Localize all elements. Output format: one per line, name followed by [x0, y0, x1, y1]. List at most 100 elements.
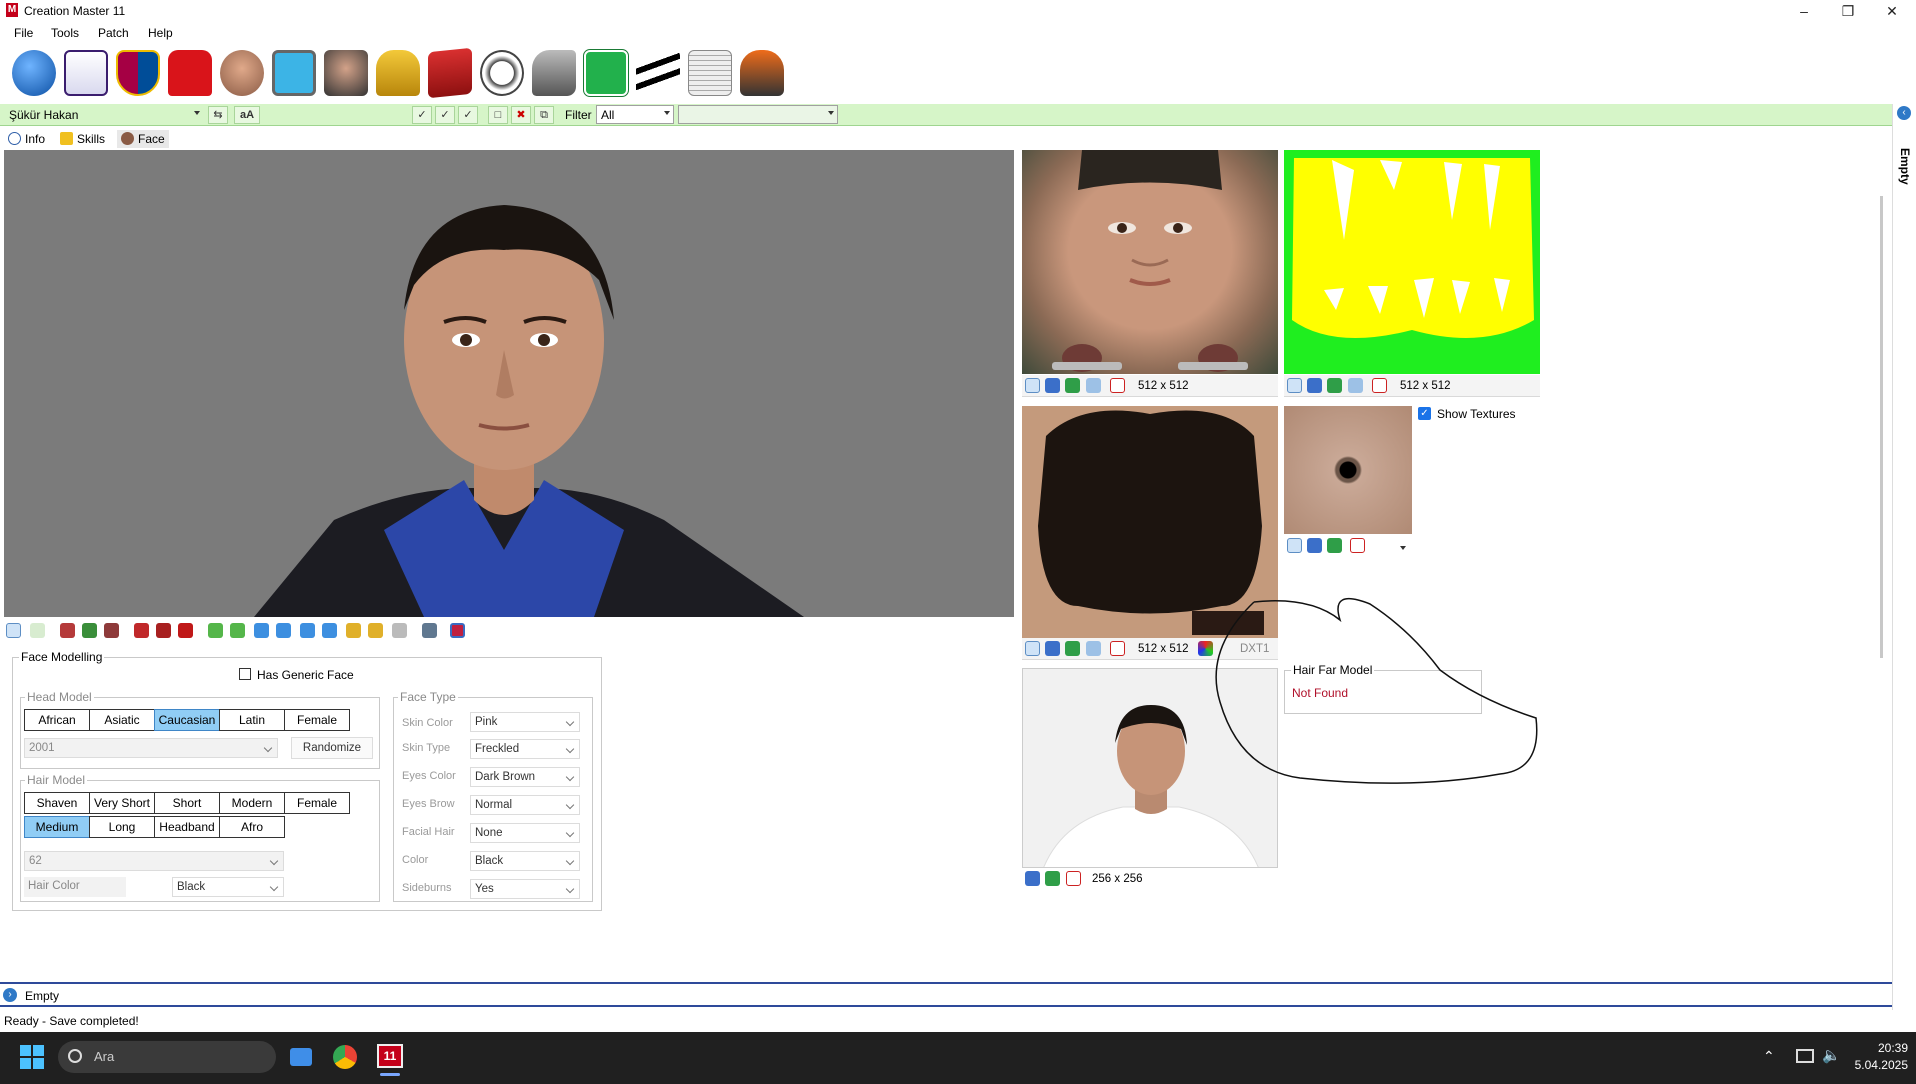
skin-type-select[interactable]: Freckled [470, 739, 580, 759]
windows-start-icon[interactable] [20, 1045, 44, 1069]
volume-icon[interactable]: 🔈 [1822, 1046, 1841, 1064]
chevron-up-icon[interactable]: ⌃ [1763, 1048, 1775, 1065]
adidas-icon[interactable] [636, 50, 680, 96]
network-icon[interactable] [1796, 1049, 1814, 1063]
head-female-button[interactable]: Female [284, 709, 350, 731]
close-button[interactable]: ✕ [1870, 0, 1914, 22]
head-latin-button[interactable]: Latin [219, 709, 285, 731]
scrollbar-thumb[interactable] [1880, 196, 1883, 658]
shirt-red-icon[interactable] [134, 623, 149, 638]
creation-master-taskbar-icon[interactable]: 11 [377, 1044, 403, 1068]
hair-shaven-button[interactable]: Shaven [24, 792, 90, 814]
hair-number-select[interactable]: 62 [24, 851, 284, 871]
eye-delete-icon[interactable] [1350, 538, 1365, 553]
arrow-right-down-icon[interactable] [230, 623, 245, 638]
randomize-button[interactable]: Randomize [291, 737, 373, 759]
arrow-right-icon[interactable] [322, 623, 337, 638]
goalkeeper-glove-icon[interactable] [740, 50, 784, 96]
menu-help[interactable]: Help [148, 26, 173, 40]
ball-icon[interactable] [480, 50, 524, 96]
minimize-button[interactable]: – [1782, 0, 1826, 22]
zoom-in-icon[interactable] [346, 623, 361, 638]
camera-icon[interactable] [422, 623, 437, 638]
sideburns-select[interactable]: Yes [470, 879, 580, 899]
bottom-panel-arrow-icon[interactable]: › [3, 988, 17, 1002]
hair-mask-thumbnail[interactable] [1284, 150, 1540, 374]
hair-modern-button[interactable]: Modern [219, 792, 285, 814]
menu-file[interactable]: File [14, 26, 33, 40]
right-side-panel[interactable] [1892, 104, 1916, 1010]
jersey-icon[interactable] [168, 50, 212, 96]
eye-icon[interactable] [6, 623, 21, 638]
premier-league-icon[interactable] [64, 50, 108, 96]
globe-icon[interactable] [12, 50, 56, 96]
menu-tools[interactable]: Tools [51, 26, 79, 40]
trophy-icon[interactable] [376, 50, 420, 96]
hair-export-icon[interactable] [1065, 641, 1080, 656]
photo-delete-icon[interactable] [1066, 871, 1081, 886]
spell-icon-3[interactable]: ✓ [458, 106, 478, 124]
hair-delete-icon[interactable] [1110, 641, 1125, 656]
save-disk-icon[interactable] [392, 623, 407, 638]
arrow-down-icon[interactable] [276, 623, 291, 638]
show-textures-checkbox[interactable]: ✓ [1418, 407, 1431, 420]
hair-zoom-icon[interactable] [1086, 641, 1101, 656]
facial-hair-select[interactable]: None [470, 823, 580, 843]
filter-extra-select[interactable] [678, 105, 838, 124]
head-caucasian-button[interactable]: Caucasian [154, 709, 220, 731]
eye-import-icon[interactable] [1307, 538, 1322, 553]
newspaper-icon[interactable] [688, 50, 732, 96]
hair-long-button[interactable]: Long [89, 816, 155, 838]
tab-info[interactable]: Info [8, 130, 45, 148]
bottom-panel-tab[interactable] [0, 982, 1892, 1007]
hair-afro-button[interactable]: Afro [219, 816, 285, 838]
mask-eye-icon[interactable] [1287, 378, 1302, 393]
pitch-icon[interactable] [583, 49, 629, 97]
zoom-out-icon[interactable] [368, 623, 383, 638]
new-icon[interactable]: □ [488, 106, 508, 124]
head-reset-icon[interactable] [104, 623, 119, 638]
head-rotate-right-icon[interactable] [82, 623, 97, 638]
face-eye-icon[interactable] [1025, 378, 1040, 393]
arrow-left-up-icon[interactable] [208, 623, 223, 638]
refresh-icon[interactable] [30, 623, 45, 638]
stadium-icon[interactable] [272, 50, 316, 96]
head-number-select[interactable]: 2001 [24, 738, 278, 758]
3d-face-viewport[interactable] [4, 150, 1014, 617]
head-african-button[interactable]: African [24, 709, 90, 731]
face-zoom-icon[interactable] [1086, 378, 1101, 393]
skin-color-select[interactable]: Pink [470, 712, 580, 732]
eyes-color-select[interactable]: Dark Brown [470, 767, 580, 787]
shirt-alt-icon[interactable] [178, 623, 193, 638]
generic-face-checkbox[interactable] [239, 668, 251, 680]
head-asiatic-button[interactable]: Asiatic [89, 709, 155, 731]
panel-arrow-icon[interactable]: ‹ [1897, 106, 1911, 120]
filter-select[interactable]: All [596, 105, 674, 124]
hair-color-select[interactable]: Black [172, 877, 284, 897]
swap-icon[interactable]: ⇆ [208, 106, 228, 124]
chrome-icon[interactable] [333, 1045, 357, 1069]
taskbar-search-box[interactable] [58, 1041, 276, 1073]
head-rotate-left-icon[interactable] [60, 623, 75, 638]
tab-face[interactable]: Face [117, 130, 169, 148]
boot-icon[interactable] [532, 50, 576, 96]
restore-button[interactable]: ❐ [1826, 0, 1870, 22]
tab-skills[interactable]: Skills [60, 130, 105, 148]
render-toggle-icon[interactable] [450, 623, 465, 638]
face-export-icon[interactable] [1065, 378, 1080, 393]
arrow-left-icon[interactable] [300, 623, 315, 638]
mask-export-icon[interactable] [1327, 378, 1342, 393]
manager-icon[interactable] [324, 50, 368, 96]
shirt-dark-icon[interactable] [156, 623, 171, 638]
eye-texture-thumbnail[interactable] [1284, 406, 1412, 534]
hair-female-button[interactable]: Female [284, 792, 350, 814]
cards-icon[interactable] [428, 47, 472, 99]
face-import-icon[interactable] [1045, 378, 1060, 393]
player-icon[interactable] [220, 50, 264, 96]
arrow-up-icon[interactable] [254, 623, 269, 638]
mask-zoom-icon[interactable] [1348, 378, 1363, 393]
eye-eye-icon[interactable] [1287, 538, 1302, 553]
delete-icon[interactable]: ✖ [511, 106, 531, 124]
face-delete-icon[interactable] [1110, 378, 1125, 393]
eye-dropdown-icon[interactable] [1400, 546, 1406, 550]
